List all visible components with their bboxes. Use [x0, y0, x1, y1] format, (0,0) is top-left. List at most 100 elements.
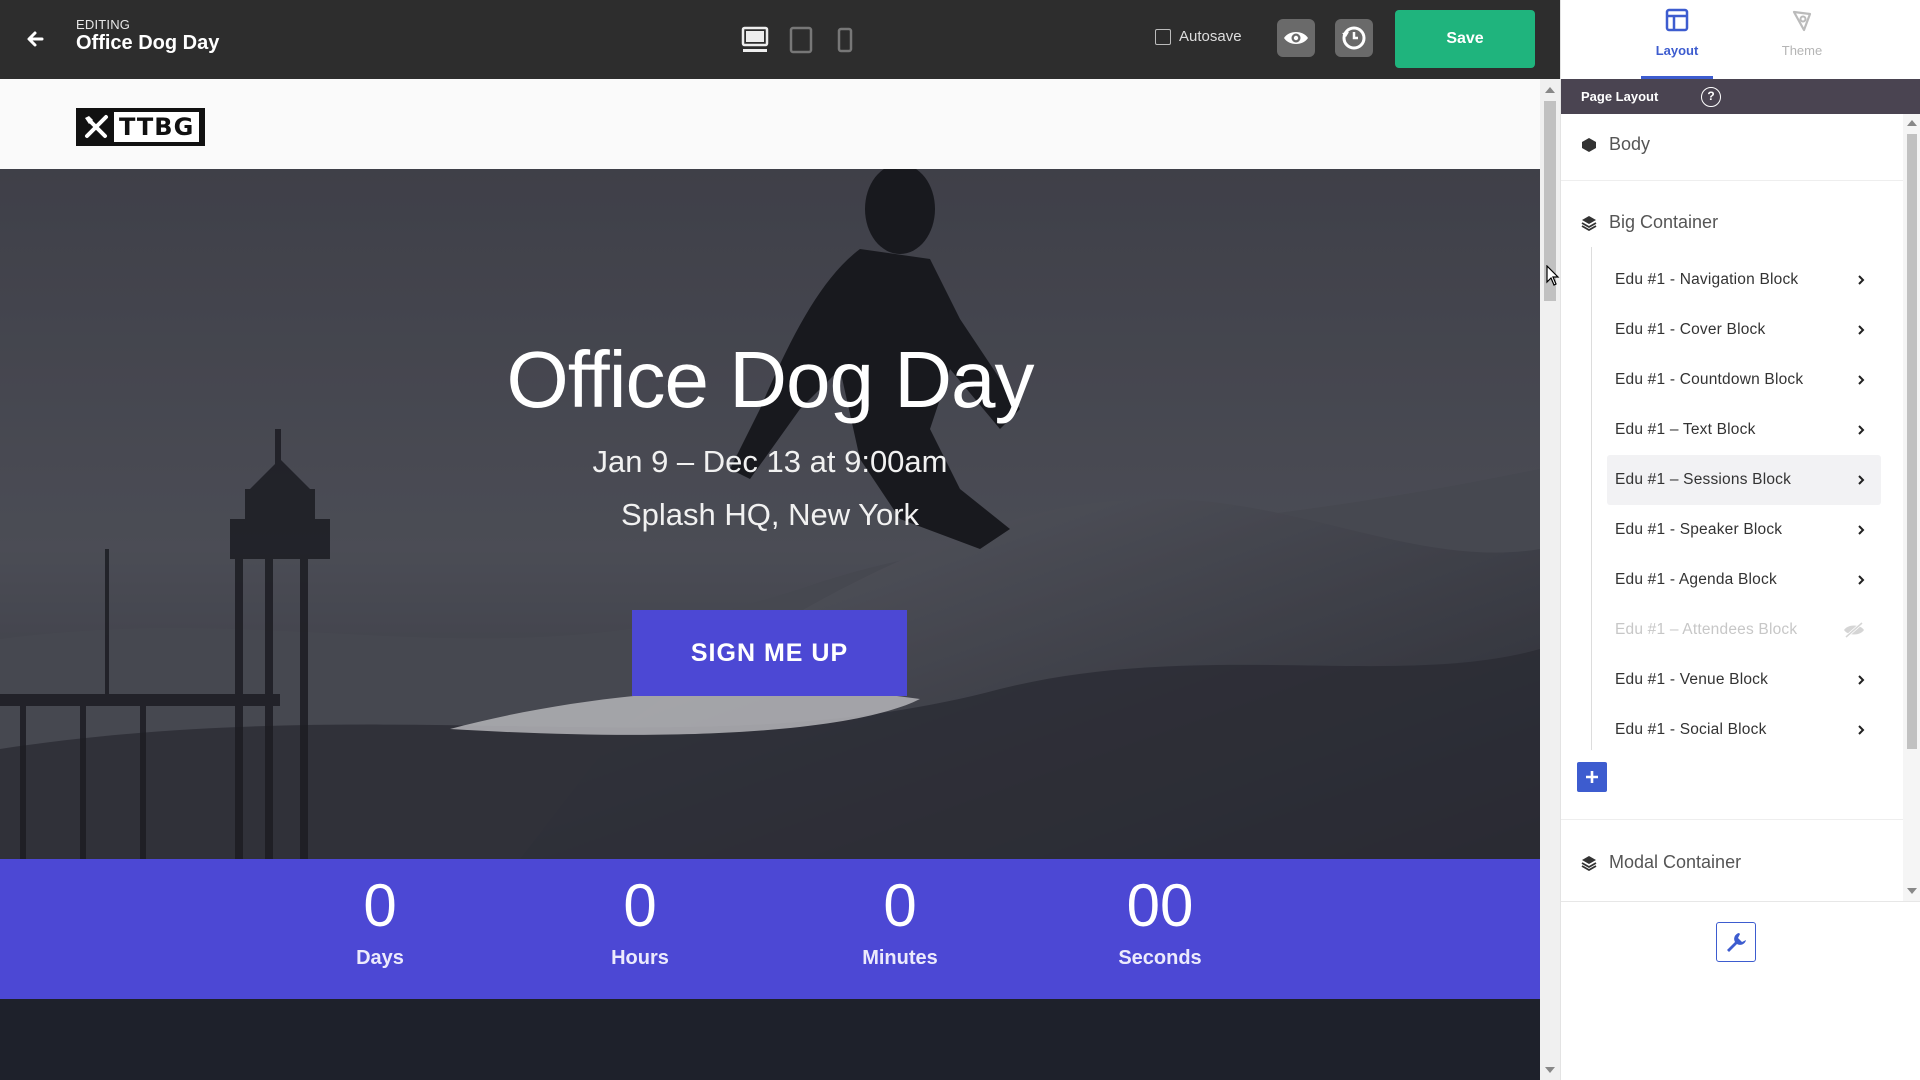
- editor-toolbar: EDITING Office Dog Day Autosave Save: [0, 0, 1560, 79]
- sign-up-button[interactable]: SIGN ME UP: [632, 610, 907, 696]
- layout-panel: Layout Theme Page Layout ? Body Big Cont…: [1560, 0, 1920, 1080]
- mobile-icon[interactable]: [836, 25, 854, 55]
- layout-block-item[interactable]: Edu #1 - Agenda Block: [1607, 555, 1881, 605]
- block-label: Edu #1 – Sessions Block: [1615, 471, 1792, 488]
- page-title: Office Dog Day: [76, 32, 220, 54]
- panel-header-title: Page Layout: [1581, 89, 1659, 104]
- layout-block-item[interactable]: Edu #1 - Speaker Block: [1607, 505, 1881, 555]
- cube-icon: [1582, 137, 1596, 152]
- divider: [1561, 180, 1903, 181]
- chevron-right-icon: [1858, 475, 1865, 485]
- block-label: Edu #1 - Venue Block: [1615, 671, 1769, 688]
- tab-label: Layout: [1655, 43, 1699, 58]
- layout-block-item[interactable]: Edu #1 - Countdown Block: [1607, 355, 1881, 405]
- autosave-label: Autosave: [1179, 28, 1242, 45]
- tree-guide-line: [1591, 247, 1592, 750]
- settings-wrench-button[interactable]: [1716, 922, 1756, 962]
- chevron-right-icon: [1858, 725, 1865, 735]
- countdown-block[interactable]: 0 Days 0 Hours 0 Minutes 00 Seconds: [0, 859, 1540, 999]
- block-label: Edu #1 - Cover Block: [1615, 321, 1766, 338]
- countdown-value: 0: [623, 872, 657, 939]
- countdown-value: 0: [363, 872, 397, 939]
- layout-block-item[interactable]: Edu #1 - Venue Block: [1607, 655, 1881, 705]
- site-logo: TTBG: [76, 108, 206, 146]
- layout-icon: [1665, 8, 1689, 32]
- countdown-minutes: 0 Minutes: [800, 873, 1000, 970]
- scroll-up-arrow-icon[interactable]: [1907, 120, 1917, 126]
- section-label: Modal Container: [1609, 852, 1742, 872]
- countdown-value: 00: [1126, 872, 1194, 939]
- block-label: Edu #1 - Agenda Block: [1615, 571, 1777, 588]
- tab-layout[interactable]: Layout: [1632, 8, 1722, 58]
- scroll-down-arrow-icon[interactable]: [1545, 1067, 1555, 1073]
- chevron-right-icon: [1858, 325, 1865, 335]
- site-navigation-block[interactable]: TTBG: [0, 79, 1540, 169]
- chevron-right-icon: [1858, 425, 1865, 435]
- wrench-icon: [1727, 933, 1746, 952]
- layout-block-item[interactable]: Edu #1 – Text Block: [1607, 405, 1881, 455]
- countdown-seconds: 00 Seconds: [1060, 873, 1260, 970]
- help-icon[interactable]: ?: [1701, 87, 1721, 107]
- block-label: Edu #1 - Speaker Block: [1615, 521, 1783, 538]
- section-label: Body: [1609, 134, 1651, 154]
- countdown-days: 0 Days: [280, 873, 480, 970]
- block-label: Edu #1 - Social Block: [1615, 721, 1767, 738]
- panel-scroll-thumb[interactable]: [1907, 134, 1917, 749]
- cover-block[interactable]: Office Dog Day Jan 9 – Dec 13 at 9:00am …: [0, 169, 1540, 859]
- block-label: Edu #1 - Countdown Block: [1615, 371, 1804, 388]
- tab-label: Theme: [1781, 43, 1823, 58]
- autosave-checkbox[interactable]: [1155, 28, 1171, 45]
- hero-location: Splash HQ, New York: [620, 497, 920, 532]
- countdown-label: Seconds: [1118, 947, 1202, 969]
- back-arrow-icon[interactable]: [20, 22, 54, 56]
- plus-icon: [1586, 771, 1598, 783]
- block-label: Edu #1 - Navigation Block: [1615, 271, 1799, 288]
- revision-history-button[interactable]: [1335, 19, 1373, 57]
- layout-block-item[interactable]: Edu #1 – Sessions Block: [1607, 455, 1881, 505]
- panel-footer: [1561, 901, 1920, 1080]
- countdown-value: 0: [883, 872, 917, 939]
- panel-tabs: Layout Theme: [1561, 0, 1920, 79]
- editing-label: EDITING: [76, 17, 131, 32]
- layout-block-item[interactable]: Edu #1 - Cover Block: [1607, 305, 1881, 355]
- layout-block-item[interactable]: Edu #1 - Social Block: [1607, 705, 1881, 755]
- hero-date: Jan 9 – Dec 13 at 9:00am: [592, 444, 948, 479]
- layers-icon: [1581, 215, 1597, 231]
- tab-theme[interactable]: Theme: [1757, 8, 1847, 58]
- countdown-hours: 0 Hours: [540, 873, 740, 970]
- block-label: Edu #1 – Attendees Block: [1615, 621, 1798, 638]
- countdown-label: Minutes: [862, 947, 938, 969]
- history-icon: [1342, 26, 1366, 50]
- divider: [1561, 819, 1903, 820]
- layout-block-item[interactable]: Edu #1 – Attendees Block: [1607, 605, 1881, 655]
- section-modal-container[interactable]: Modal Container: [1581, 852, 1741, 873]
- layout-block-item[interactable]: Edu #1 - Navigation Block: [1607, 255, 1881, 305]
- scroll-up-arrow-icon[interactable]: [1545, 87, 1555, 93]
- preview-eye-button[interactable]: [1277, 19, 1315, 57]
- theme-icon: [1792, 10, 1812, 32]
- panel-scrollbar[interactable]: [1903, 114, 1920, 901]
- chevron-right-icon: [1858, 575, 1865, 585]
- preview-scrollbar[interactable]: [1540, 79, 1560, 1080]
- chevron-right-icon: [1858, 675, 1865, 685]
- countdown-label: Days: [356, 947, 404, 969]
- tablet-icon[interactable]: [789, 25, 813, 55]
- section-label: Big Container: [1609, 212, 1719, 232]
- section-body[interactable]: Body: [1581, 134, 1650, 155]
- logo-text: TTBG: [114, 112, 200, 142]
- add-block-button[interactable]: [1577, 762, 1607, 792]
- page-preview: TTBG Office Dog Day Jan 9 – Dec 13 at 9:…: [0, 79, 1540, 1080]
- chevron-right-icon: [1858, 525, 1865, 535]
- eye-slash-icon[interactable]: [1843, 622, 1865, 638]
- tools-icon: [85, 115, 108, 138]
- save-button[interactable]: Save: [1395, 10, 1535, 68]
- mouse-cursor-icon: [1546, 265, 1560, 286]
- desktop-icon[interactable]: [741, 25, 769, 55]
- block-label: Edu #1 – Text Block: [1615, 421, 1756, 438]
- page-layout-tree: Body Big Container Edu #1 - Navigation B…: [1561, 114, 1903, 901]
- scroll-down-arrow-icon[interactable]: [1907, 888, 1917, 894]
- chevron-right-icon: [1858, 375, 1865, 385]
- autosave-toggle[interactable]: Autosave: [1155, 28, 1242, 45]
- section-big-container[interactable]: Big Container: [1581, 212, 1718, 233]
- panel-header: Page Layout ?: [1561, 79, 1920, 114]
